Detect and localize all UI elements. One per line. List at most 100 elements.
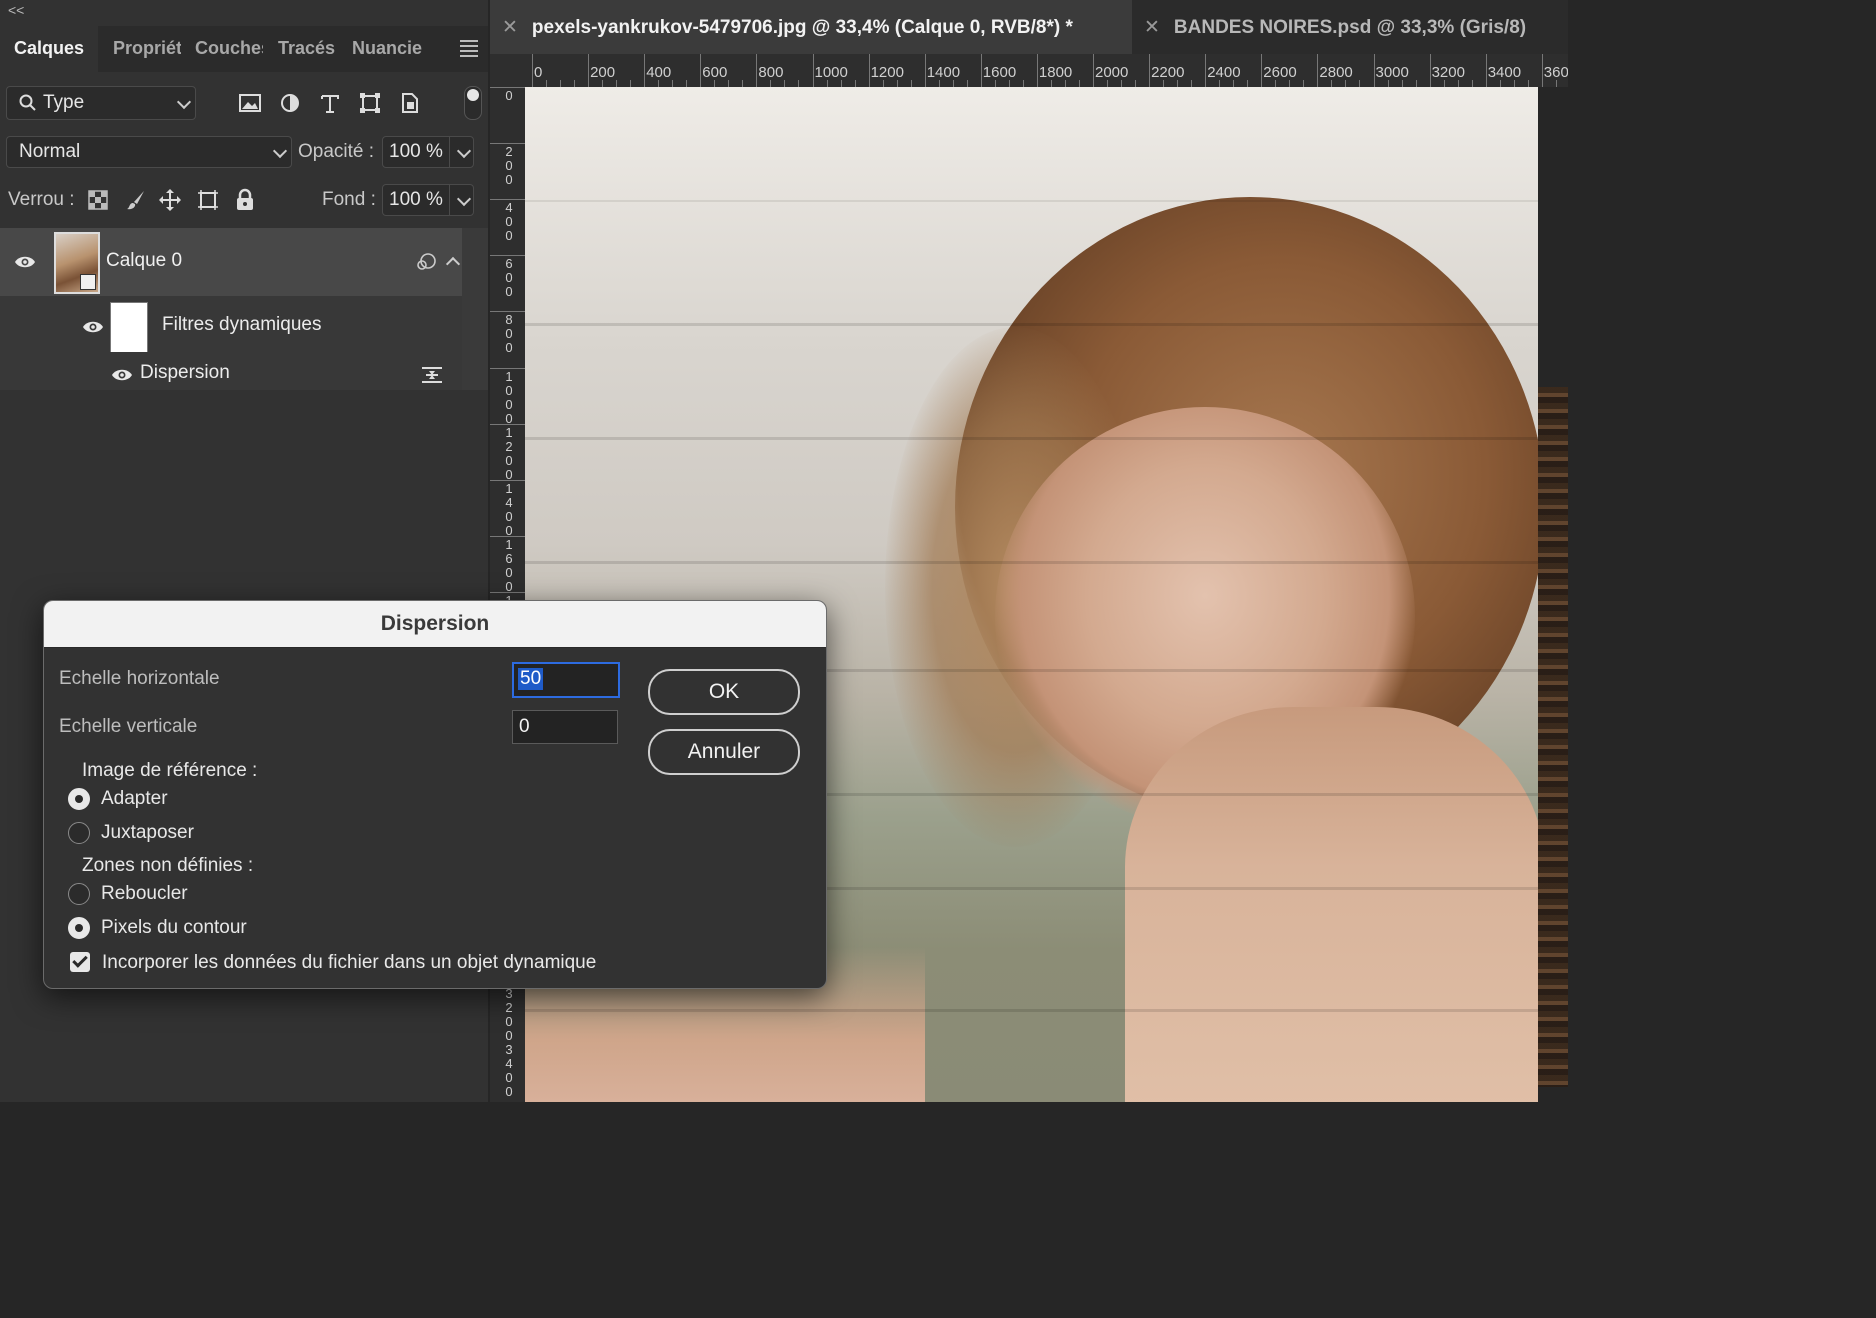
embed-data-label[interactable]: Incorporer les données du fichier dans u… xyxy=(102,952,596,974)
radio-pixels-contour-label[interactable]: Pixels du contour xyxy=(101,917,247,939)
radio-reboucler-label[interactable]: Reboucler xyxy=(101,883,188,905)
ruler-label: 0 xyxy=(505,172,513,188)
filter-blending-options-icon[interactable] xyxy=(421,366,443,384)
ruler-label: 0 xyxy=(505,326,513,342)
dispersion-filter-label[interactable]: Dispersion xyxy=(140,362,230,384)
horizontal-scale-input[interactable]: 50 xyxy=(512,662,620,698)
tab-traces[interactable]: Tracés xyxy=(278,26,338,72)
layer-name[interactable]: Calque 0 xyxy=(106,250,182,272)
ruler-label: 2000 xyxy=(1095,64,1129,81)
ruler-label: 0 xyxy=(505,1028,513,1043)
ruler-minor-tick xyxy=(1078,80,1080,87)
ruler-label: 0 xyxy=(505,1070,513,1085)
shape-filter-icon[interactable] xyxy=(358,92,382,114)
ruler-label: 4 xyxy=(505,1056,513,1071)
horizontal-ruler[interactable]: 0 200 400 600 800 1000 1200 1400 1600 1800 2000 220… xyxy=(525,54,1568,88)
tab-couches[interactable]: Couches xyxy=(195,26,263,72)
reference-image-heading: Image de référence : xyxy=(82,760,258,781)
ruler-minor-tick xyxy=(1008,80,1010,87)
radio-juxtaposer-label[interactable]: Juxtaposer xyxy=(101,822,194,844)
ruler-tick xyxy=(1429,54,1431,87)
ruler-label: 3600 xyxy=(1543,64,1568,81)
ruler-tick xyxy=(1205,54,1207,87)
lock-paint-icon[interactable] xyxy=(124,188,148,212)
ruler-origin[interactable] xyxy=(490,54,526,88)
ok-button[interactable]: OK xyxy=(648,669,800,715)
vertical-scale-input[interactable]: 0 xyxy=(512,710,618,744)
ruler-minor-tick xyxy=(1401,80,1403,87)
ruler-minor-tick xyxy=(1527,80,1529,87)
tab-document-pexels[interactable]: ✕ pexels-yankrukov-5479706.jpg @ 33,4% (C… xyxy=(490,0,1132,54)
radio-reboucler[interactable] xyxy=(68,883,90,905)
ruler-minor-tick xyxy=(1443,80,1445,87)
close-icon[interactable]: ✕ xyxy=(502,0,518,56)
panel-menu-icon[interactable] xyxy=(460,40,478,57)
horizontal-scale-label: Echelle horizontale xyxy=(59,668,220,689)
ruler-label: 600 xyxy=(702,64,728,81)
chevron-down-icon[interactable] xyxy=(456,191,472,207)
tab-document-bandes-noires[interactable]: ✕ BANDES NOIRES.psd @ 33,3% (Gris/8) xyxy=(1132,0,1568,54)
eye-visibility-icon[interactable] xyxy=(111,368,133,382)
dialog-title-bar[interactable]: Dispersion xyxy=(44,601,826,648)
ruler-minor-tick xyxy=(714,80,716,87)
ruler-minor-tick xyxy=(1345,80,1347,87)
ruler-label: 1800 xyxy=(1038,64,1073,81)
panel-scrollbar[interactable] xyxy=(462,228,488,390)
chevron-up-icon[interactable] xyxy=(445,256,461,272)
eye-visibility-icon[interactable] xyxy=(14,255,36,269)
smart-filters-row[interactable]: Filtres dynamiques xyxy=(0,296,462,356)
radio-juxtaposer[interactable] xyxy=(68,822,90,844)
ruler-label: 0 xyxy=(505,158,513,174)
adjustment-filter-icon[interactable] xyxy=(278,92,302,114)
radio-adapter-label[interactable]: Adapter xyxy=(101,788,168,810)
ruler-minor-tick xyxy=(1555,80,1557,87)
tab-proprietes[interactable]: Propriét xyxy=(113,26,181,72)
lock-all-icon[interactable] xyxy=(233,188,257,212)
undefined-areas-heading: Zones non définies : xyxy=(82,855,254,876)
horizontal-scale-value: 50 xyxy=(518,668,544,690)
embed-data-checkbox[interactable] xyxy=(70,952,90,972)
lock-artboard-icon[interactable] xyxy=(196,188,220,212)
layer-thumbnail[interactable] xyxy=(54,232,100,294)
tab-nuanciers[interactable]: Nuancie xyxy=(352,26,422,72)
ruler-minor-tick xyxy=(1163,80,1165,87)
ruler-minor-tick xyxy=(1513,80,1515,87)
ruler-label: 0 xyxy=(505,214,513,230)
chevron-down-icon xyxy=(176,94,192,110)
ruler-minor-tick xyxy=(1191,80,1193,87)
image-filter-icon[interactable] xyxy=(238,92,262,114)
dispersion-filter-row[interactable]: Dispersion xyxy=(0,352,462,390)
fill-field[interactable]: 100 % xyxy=(382,184,474,216)
filter-toggle-switch[interactable] xyxy=(464,86,482,120)
lock-transparent-icon[interactable] xyxy=(86,188,110,212)
ruler-minor-tick xyxy=(1499,80,1501,87)
smart-object-filter-icon[interactable] xyxy=(398,92,422,114)
ruler-tick xyxy=(1373,54,1375,87)
chevron-down-icon xyxy=(272,143,288,159)
ruler-minor-tick xyxy=(672,80,674,87)
tab-calques[interactable]: Calques xyxy=(0,26,98,72)
chevron-down-icon[interactable] xyxy=(456,143,472,159)
search-icon xyxy=(19,94,36,111)
lock-position-icon[interactable] xyxy=(158,188,182,212)
ruler-minor-tick xyxy=(1415,80,1417,87)
ruler-label: 1 xyxy=(505,480,513,496)
ruler-label: 0 xyxy=(505,564,513,580)
radio-adapter[interactable] xyxy=(68,788,90,810)
eye-visibility-icon[interactable] xyxy=(82,320,104,334)
ruler-label: 0 xyxy=(505,270,513,286)
close-icon[interactable]: ✕ xyxy=(1144,0,1160,56)
filter-mask-thumbnail[interactable] xyxy=(110,302,148,356)
blend-mode-dropdown[interactable]: Normal xyxy=(6,136,292,168)
ruler-label: 200 xyxy=(590,64,616,81)
text-filter-icon[interactable] xyxy=(318,92,342,114)
ruler-label: 3 xyxy=(505,986,513,1001)
ruler-label: 2 xyxy=(505,438,513,454)
layer-filter-dropdown[interactable]: Type xyxy=(6,86,196,120)
cancel-button[interactable]: Annuler xyxy=(648,729,800,775)
collapse-panel-button[interactable]: << xyxy=(8,2,24,18)
opacity-field[interactable]: 100 % xyxy=(382,136,474,168)
radio-pixels-contour[interactable] xyxy=(68,917,90,939)
layer-row-calque-0[interactable]: Calque 0 xyxy=(0,228,462,296)
ruler-minor-tick xyxy=(728,80,730,87)
